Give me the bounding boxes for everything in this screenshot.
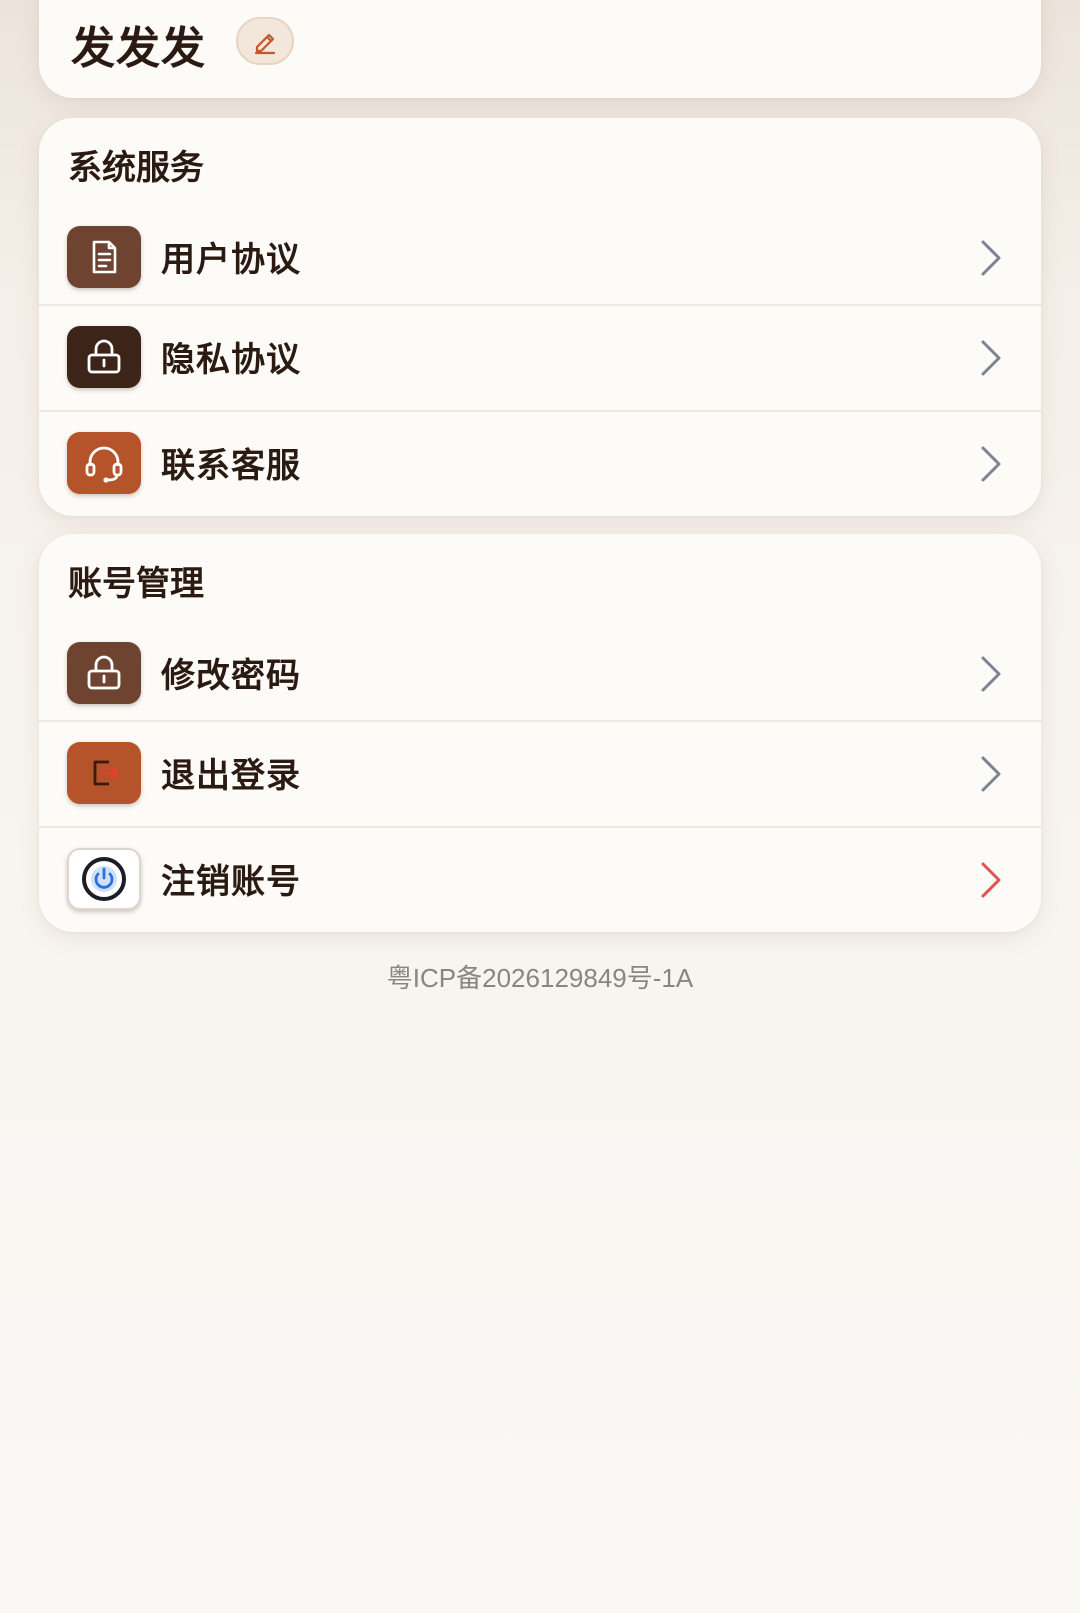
section-title-account-management: 账号管理 <box>68 564 204 604</box>
logout-icon <box>67 742 141 804</box>
menu-item-contact-support[interactable]: 联系客服 <box>39 410 1041 518</box>
section-title-system-services: 系统服务 <box>68 148 204 188</box>
menu-item-label: 隐私协议 <box>161 340 301 380</box>
edit-profile-button[interactable] <box>236 17 294 65</box>
headset-icon <box>67 432 141 494</box>
document-icon <box>67 226 141 288</box>
menu-item-logout[interactable]: 退出登录 <box>39 720 1041 828</box>
menu-item-label: 修改密码 <box>161 656 301 696</box>
system-services-card: 系统服务 用户协议 隐私协议 联系客服 <box>39 118 1041 516</box>
lock-icon <box>67 326 141 388</box>
menu-item-privacy-agreement[interactable]: 隐私协议 <box>39 304 1041 412</box>
menu-item-label: 注销账号 <box>161 862 301 902</box>
account-management-card: 账号管理 修改密码 退出登录 注销账号 <box>39 534 1041 932</box>
menu-item-delete-account[interactable]: 注销账号 <box>39 826 1041 934</box>
menu-item-label: 用户协议 <box>161 240 301 280</box>
icp-filing-link[interactable]: 粤ICP备2026129849号-1A <box>0 958 1080 995</box>
menu-item-label: 退出登录 <box>161 756 301 796</box>
chevron-right-icon <box>981 340 1001 376</box>
chevron-right-icon <box>981 756 1001 792</box>
pencil-icon <box>254 33 276 55</box>
menu-item-label: 联系客服 <box>161 446 301 486</box>
power-icon <box>67 848 141 910</box>
chevron-right-danger-icon <box>981 862 1001 898</box>
chevron-right-icon <box>981 240 1001 276</box>
chevron-right-icon <box>981 446 1001 482</box>
menu-item-change-password[interactable]: 修改密码 <box>39 622 1041 728</box>
menu-item-user-agreement[interactable]: 用户协议 <box>39 206 1041 312</box>
lock-icon <box>67 642 141 704</box>
profile-name: 发发发 <box>71 23 206 74</box>
profile-card: 发发发 <box>39 0 1041 98</box>
chevron-right-icon <box>981 656 1001 692</box>
